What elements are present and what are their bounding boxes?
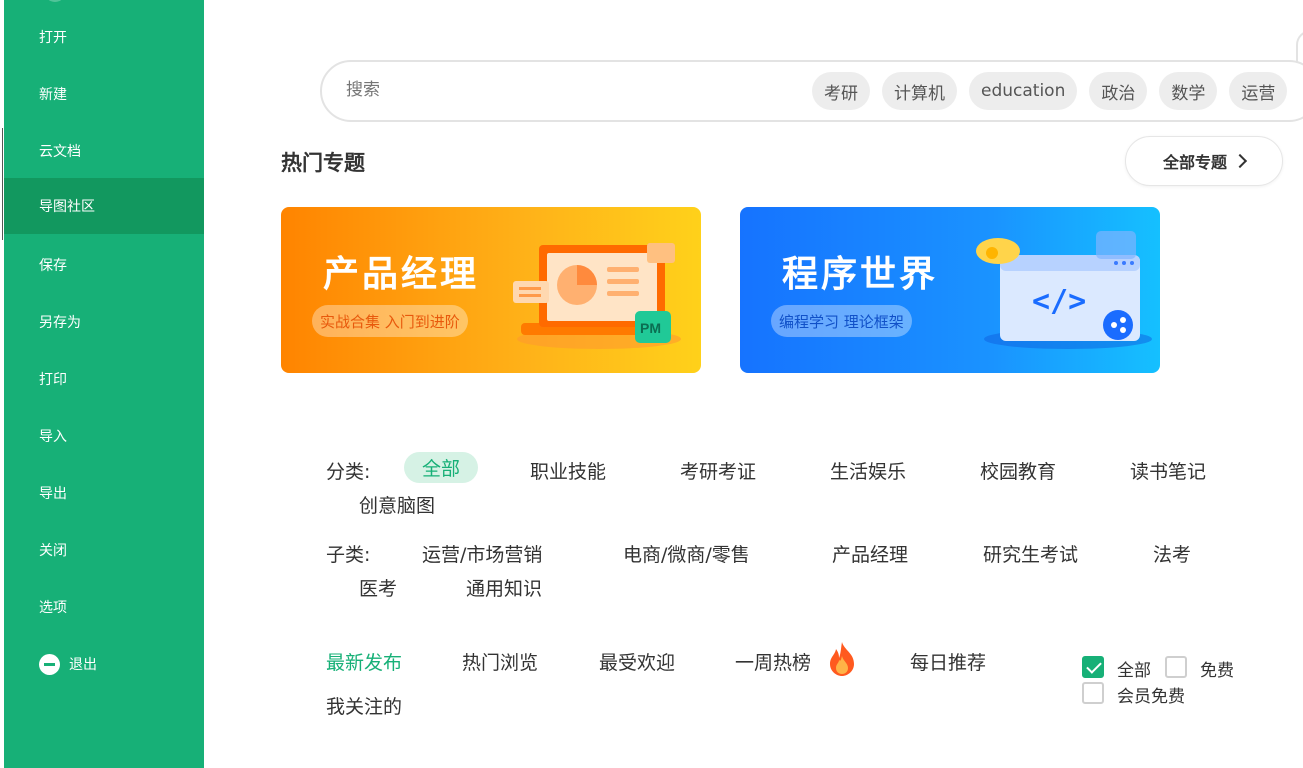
sidebar-item-label: 关闭	[39, 543, 67, 559]
fire-icon	[830, 642, 854, 676]
section-title: 热门专题	[281, 151, 365, 175]
filter-free-label: 免费	[1200, 661, 1234, 681]
sidebar-item-label: 导出	[39, 486, 67, 502]
sidebar-item-cloud-docs[interactable]: 云文档	[4, 123, 204, 179]
sidebar-item-exit[interactable]: 退出	[4, 636, 204, 692]
banner-subtitle: 编程学习 理论框架	[771, 305, 912, 337]
search-bar: 考研 计算机 education 政治 数学 运营	[320, 60, 1303, 122]
subcategory-chip[interactable]: 运营/市场营销	[422, 540, 542, 567]
chevron-right-icon	[1232, 153, 1248, 169]
search-input[interactable]	[346, 80, 646, 100]
code-window-icon: </>	[976, 231, 1152, 349]
sort-tab-popular-views[interactable]: 热门浏览	[462, 648, 538, 675]
filter-all-label: 全部	[1117, 661, 1151, 681]
subcategory-chip[interactable]: 电商/微商/零售	[623, 540, 750, 567]
category-chip-all[interactable]: 全部	[404, 452, 479, 483]
banner-title: 程序世界	[782, 254, 939, 295]
subcategory-chip[interactable]: 产品经理	[832, 540, 908, 567]
banner-programming[interactable]: 程序世界 编程学习 理论框架 </>	[740, 207, 1160, 373]
search-tag[interactable]: education	[969, 72, 1078, 110]
sidebar-item-label: 另存为	[39, 315, 81, 331]
sidebar-item-close[interactable]: 关闭	[4, 522, 204, 578]
filter-member-free-checkbox[interactable]	[1082, 682, 1104, 704]
edge-line	[2, 128, 3, 240]
sort-tab-most-liked[interactable]: 最受欢迎	[599, 648, 675, 675]
all-topics-label: 全部专题	[1162, 153, 1227, 172]
banner-product-manager[interactable]: 产品经理 实战合集 入门到进阶 PM	[281, 207, 701, 373]
banner-badge: PM	[640, 320, 661, 336]
banner-subtitle: 实战合集 入门到进阶	[312, 305, 468, 337]
sidebar-top-circle	[44, 0, 66, 2]
banner-code-glyph: </>	[1032, 284, 1086, 319]
subcategory-chip[interactable]: 通用知识	[466, 574, 542, 601]
sort-tab-following[interactable]: 我关注的	[326, 692, 402, 719]
subcategory-chip[interactable]: 医考	[359, 574, 397, 601]
sort-tab-daily-picks[interactable]: 每日推荐	[910, 648, 986, 675]
presentation-screen-icon: PM	[513, 243, 681, 349]
sidebar-item-label: 打开	[39, 30, 67, 46]
search-tag-list: 考研 计算机 education 政治 数学 运营	[812, 72, 1288, 110]
sidebar-item-new[interactable]: 新建	[4, 66, 204, 122]
sidebar-item-label: 新建	[39, 87, 67, 103]
search-tag[interactable]: 计算机	[882, 72, 957, 110]
sidebar-item-label: 导入	[39, 429, 67, 445]
sidebar-item-community[interactable]: 导图社区	[4, 178, 204, 234]
category-chip[interactable]: 生活娱乐	[830, 457, 906, 484]
banner-title: 产品经理	[323, 254, 480, 295]
sidebar-item-options[interactable]: 选项	[4, 579, 204, 635]
sidebar-item-label: 导图社区	[39, 199, 95, 215]
category-chip[interactable]: 创意脑图	[359, 491, 435, 518]
category-chip[interactable]: 职业技能	[530, 457, 606, 484]
sidebar-item-label: 保存	[39, 258, 67, 274]
sidebar-item-open[interactable]: 打开	[4, 9, 204, 65]
sidebar-item-label: 选项	[39, 600, 67, 616]
category-chip[interactable]: 读书笔记	[1130, 457, 1206, 484]
sidebar-item-save[interactable]: 保存	[4, 237, 204, 293]
search-tag[interactable]: 考研	[812, 72, 870, 110]
search-tag[interactable]: 运营	[1229, 72, 1288, 110]
sort-tab-weekly-hot[interactable]: 一周热榜	[735, 648, 811, 675]
search-tag[interactable]: 政治	[1089, 72, 1148, 110]
category-label: 分类:	[326, 461, 371, 483]
subcategory-label: 子类:	[326, 544, 371, 566]
sidebar: 打开 新建 云文档 导图社区 保存 另存为 打印 导入 导出 关闭 选项 退出	[4, 0, 204, 768]
sidebar-item-save-as[interactable]: 另存为	[4, 294, 204, 350]
sidebar-item-print[interactable]: 打印	[4, 351, 204, 407]
all-topics-button[interactable]: 全部专题	[1125, 136, 1283, 186]
subcategory-chip[interactable]: 法考	[1153, 540, 1191, 567]
sidebar-item-label: 退出	[69, 657, 97, 673]
search-tag[interactable]: 数学	[1159, 72, 1218, 110]
subcategory-chip[interactable]: 研究生考试	[983, 540, 1078, 567]
filter-free-checkbox[interactable]	[1165, 656, 1187, 678]
category-chip[interactable]: 校园教育	[980, 457, 1056, 484]
sidebar-item-label: 打印	[39, 372, 67, 388]
minus-circle-icon	[39, 653, 60, 675]
sidebar-item-label: 云文档	[39, 144, 81, 160]
filter-member-free-label: 会员免费	[1117, 687, 1185, 707]
sidebar-item-export[interactable]: 导出	[4, 465, 204, 521]
sidebar-item-import[interactable]: 导入	[4, 408, 204, 464]
filter-all-checkbox[interactable]	[1082, 656, 1104, 678]
sort-tab-latest[interactable]: 最新发布	[326, 648, 402, 675]
category-chip[interactable]: 考研考证	[680, 457, 756, 484]
